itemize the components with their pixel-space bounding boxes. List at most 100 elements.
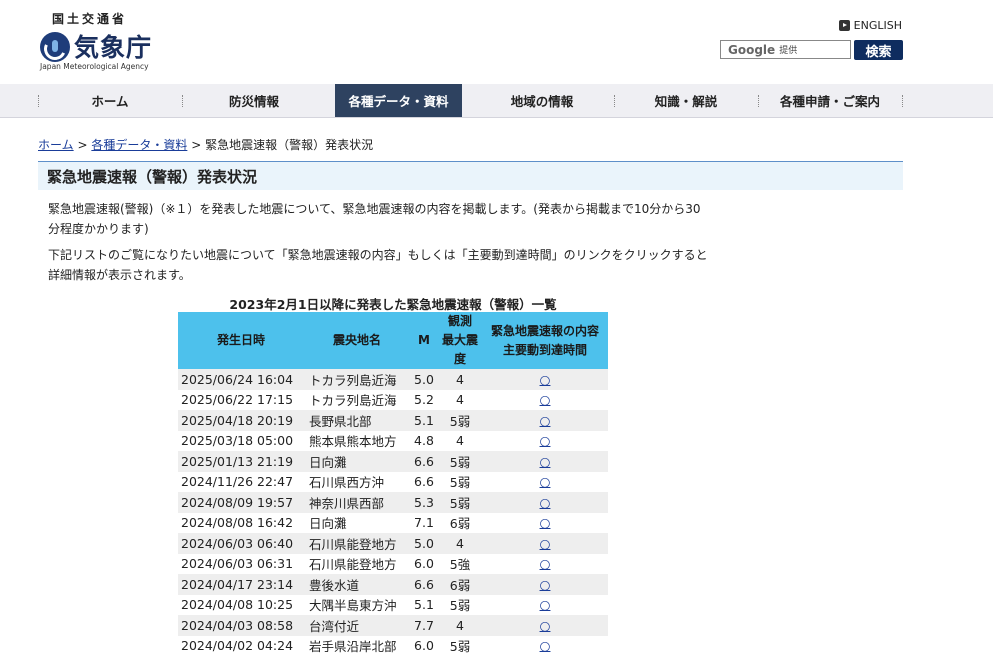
intro-line: 緊急地震速報(警報)（※１）を発表した地震について、緊急地震速報の内容を掲載しま… xyxy=(48,199,748,219)
cell-magnitude: 7.7 xyxy=(410,615,438,636)
header-intensity-line1: 観測 xyxy=(438,312,482,331)
header-links: 緊急地震速報の内容 主要動到達時間 xyxy=(482,312,608,369)
cell-link: ○ xyxy=(482,636,608,656)
intro-line: 分程度かかります) xyxy=(48,219,748,239)
cell-date: 2024/06/03 06:31 xyxy=(178,554,304,575)
breadcrumb-separator: > xyxy=(77,138,87,152)
breadcrumb-home-link[interactable]: ホーム xyxy=(38,138,74,152)
table-row: 2025/04/18 20:19長野県北部5.15弱 ○ xyxy=(178,410,608,431)
eew-detail-link[interactable]: ○ xyxy=(540,495,551,510)
eew-detail-link[interactable]: ○ xyxy=(540,597,551,612)
english-link-label: ENGLISH xyxy=(854,19,902,32)
search-provider-label: 提供 xyxy=(779,43,797,56)
cell-place: 神奈川県西部 xyxy=(304,492,410,513)
cell-place: トカラ列島近海 xyxy=(304,390,410,411)
cell-link: ○ xyxy=(482,513,608,534)
eew-detail-link[interactable]: ○ xyxy=(540,474,551,489)
eew-detail-link[interactable]: ○ xyxy=(540,536,551,551)
breadcrumb-data-link[interactable]: 各種データ・資料 xyxy=(91,138,187,152)
cell-link: ○ xyxy=(482,554,608,575)
cell-place: 石川県能登地方 xyxy=(304,554,410,575)
cell-date: 2024/04/02 04:24 xyxy=(178,636,304,656)
eew-detail-link[interactable]: ○ xyxy=(540,618,551,633)
cell-date: 2024/04/03 08:58 xyxy=(178,615,304,636)
table-row: 2025/01/13 21:19日向灘6.65弱○ xyxy=(178,451,608,472)
eew-detail-link[interactable]: ○ xyxy=(540,515,551,530)
table-row: 2024/06/03 06:40石川県能登地方5.04○ xyxy=(178,533,608,554)
cell-place: 大隅半島東方沖 xyxy=(304,595,410,616)
play-triangle-icon xyxy=(839,20,850,31)
cell-intensity: 6弱 xyxy=(438,574,482,595)
cell-magnitude: 5.1 xyxy=(410,410,438,431)
nav-item-regional[interactable]: 地域の情報 xyxy=(470,84,614,117)
eew-detail-link[interactable]: ○ xyxy=(540,413,551,428)
nav-separator xyxy=(902,95,903,107)
jma-logo[interactable]: 国土交通省 気象庁 Japan Meteorological Agency xyxy=(38,10,158,72)
agency-name: 気象庁 xyxy=(74,28,152,64)
breadcrumb-current: 緊急地震速報（警報）発表状況 xyxy=(205,138,373,152)
cell-intensity: 5弱 xyxy=(438,472,482,493)
nav-item-disaster[interactable]: 防災情報 xyxy=(182,84,326,117)
search-input[interactable]: Google 提供 xyxy=(720,40,851,59)
cell-magnitude: 6.6 xyxy=(410,574,438,595)
jma-logo-icon xyxy=(40,32,70,62)
cell-place: 石川県能登地方 xyxy=(304,533,410,554)
cell-magnitude: 4.8 xyxy=(410,431,438,452)
cell-place: 長野県北部 xyxy=(304,410,410,431)
cell-place: トカラ列島近海 xyxy=(304,369,410,390)
cell-place: 日向灘 xyxy=(304,513,410,534)
cell-date: 2025/04/18 20:19 xyxy=(178,410,304,431)
nav-item-knowledge[interactable]: 知識・解説 xyxy=(614,84,758,117)
table-row: 2024/08/08 16:42日向灘7.16弱○ xyxy=(178,513,608,534)
cell-magnitude: 5.1 xyxy=(410,595,438,616)
cell-place: 豊後水道 xyxy=(304,574,410,595)
eew-detail-link[interactable]: ○ xyxy=(540,454,551,469)
cell-magnitude: 5.0 xyxy=(410,533,438,554)
cell-date: 2024/08/09 19:57 xyxy=(178,492,304,513)
cell-intensity: 5強 xyxy=(438,554,482,575)
cell-link: ○ xyxy=(482,574,608,595)
intro-paragraph: 緊急地震速報(警報)（※１）を発表した地震について、緊急地震速報の内容を掲載しま… xyxy=(48,199,748,239)
cell-link: ○ xyxy=(482,595,608,616)
nav-item-data[interactable]: 各種データ・資料 xyxy=(335,84,462,117)
eew-detail-link[interactable]: ○ xyxy=(540,638,551,653)
cell-intensity: 5弱 xyxy=(438,410,482,431)
table-row: 2025/06/24 16:04トカラ列島近海5.04○ xyxy=(178,369,608,390)
cell-intensity: 5弱 xyxy=(438,492,482,513)
cell-intensity: 4 xyxy=(438,369,482,390)
table-row: 2024/04/03 08:58台湾付近7.74○ xyxy=(178,615,608,636)
eew-detail-link[interactable]: ○ xyxy=(540,433,551,448)
eew-detail-link[interactable]: ○ xyxy=(540,392,551,407)
cell-link: ○ xyxy=(482,369,608,390)
eew-table: 発生日時 震央地名 M 観測 最大震度 緊急地震速報の内容 主要動到達時間 20… xyxy=(178,312,608,656)
instructions-line: 詳細情報が表示されます。 xyxy=(48,265,748,285)
nav-item-home[interactable]: ホーム xyxy=(38,84,182,117)
header-intensity-line2: 最大震度 xyxy=(438,331,482,369)
cell-place: 日向灘 xyxy=(304,451,410,472)
cell-date: 2024/04/17 23:14 xyxy=(178,574,304,595)
cell-link: ○ xyxy=(482,410,608,431)
table-row: 2025/06/22 17:15トカラ列島近海5.24○ xyxy=(178,390,608,411)
header-place: 震央地名 xyxy=(304,312,410,369)
header-intensity: 観測 最大震度 xyxy=(438,312,482,369)
table-row: 2024/04/17 23:14豊後水道6.66弱 ○ xyxy=(178,574,608,595)
cell-magnitude: 5.3 xyxy=(410,492,438,513)
eew-detail-link[interactable]: ○ xyxy=(540,372,551,387)
eew-detail-link[interactable]: ○ xyxy=(540,577,551,592)
nav-item-applications[interactable]: 各種申請・ご案内 xyxy=(758,84,902,117)
cell-magnitude: 6.6 xyxy=(410,451,438,472)
site-header: 国土交通省 気象庁 Japan Meteorological Agency EN… xyxy=(0,0,993,84)
cell-date: 2024/08/08 16:42 xyxy=(178,513,304,534)
search-button[interactable]: 検索 xyxy=(854,40,903,60)
breadcrumb-separator: > xyxy=(191,138,201,152)
instructions-line: 下記リストのご覧になりたい地震について「緊急地震速報の内容」もしくは「主要動到達… xyxy=(48,245,748,265)
cell-link: ○ xyxy=(482,451,608,472)
english-link[interactable]: ENGLISH xyxy=(839,19,902,32)
table-caption: 2023年2月1日以降に発表した緊急地震速報（警報）一覧 xyxy=(178,294,608,313)
cell-date: 2024/04/08 10:25 xyxy=(178,595,304,616)
google-brand: Google xyxy=(728,43,775,57)
eew-detail-link[interactable]: ○ xyxy=(540,556,551,571)
header-date: 発生日時 xyxy=(178,312,304,369)
table-row: 2024/08/09 19:57神奈川県西部5.35弱 ○ xyxy=(178,492,608,513)
header-links-line2: 主要動到達時間 xyxy=(482,341,608,360)
